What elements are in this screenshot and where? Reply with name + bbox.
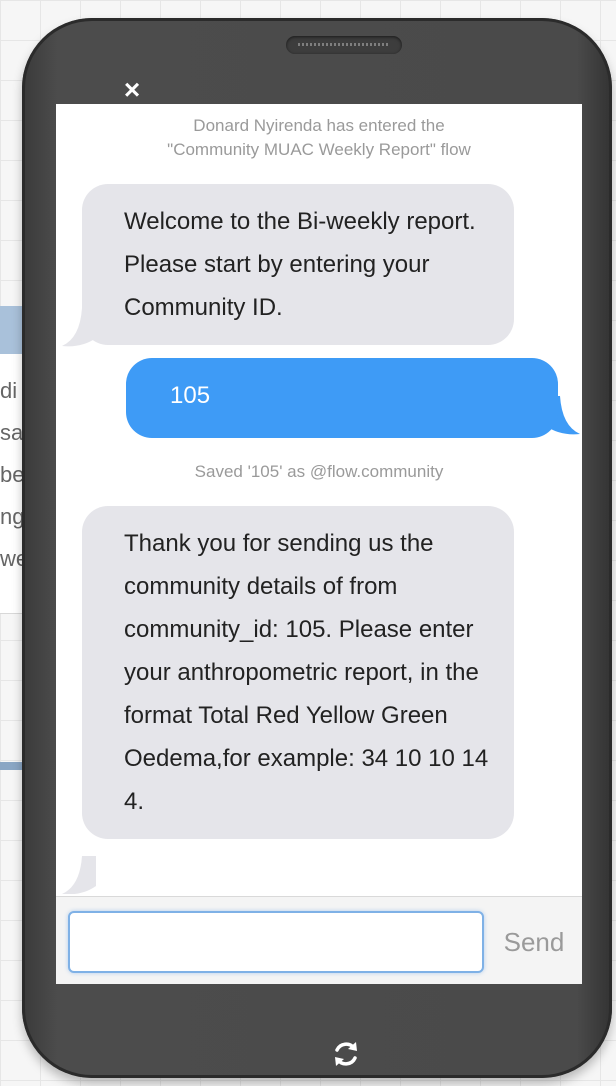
send-button[interactable]: Send bbox=[494, 911, 574, 973]
message-input[interactable] bbox=[68, 911, 484, 973]
bubble-tail bbox=[62, 856, 96, 894]
background-text-fragment: sa bbox=[0, 420, 24, 445]
message-composer: Send bbox=[56, 896, 582, 984]
flow-entered-notice: Donard Nyirenda has entered the "Communi… bbox=[167, 116, 471, 159]
phone-screen: Donard Nyirenda has entered the "Communi… bbox=[56, 104, 582, 984]
background-text-fragment: ng bbox=[0, 504, 25, 529]
refresh-icon[interactable] bbox=[328, 1036, 364, 1072]
incoming-message: Thank you for sending us the community d… bbox=[82, 506, 514, 839]
incoming-message: Welcome to the Bi-weekly report. Please … bbox=[82, 184, 514, 345]
chat-transcript: Donard Nyirenda has entered the "Communi… bbox=[56, 104, 582, 894]
speaker-grill bbox=[298, 43, 390, 46]
outgoing-message: 105 bbox=[126, 358, 558, 438]
background-text-fragment: di bbox=[0, 378, 18, 403]
phone-speaker bbox=[286, 36, 402, 54]
background-text-fragment: be bbox=[0, 462, 25, 487]
saved-value-notice: Saved '105' as @flow.community bbox=[194, 462, 444, 481]
close-icon[interactable]: × bbox=[118, 76, 146, 104]
